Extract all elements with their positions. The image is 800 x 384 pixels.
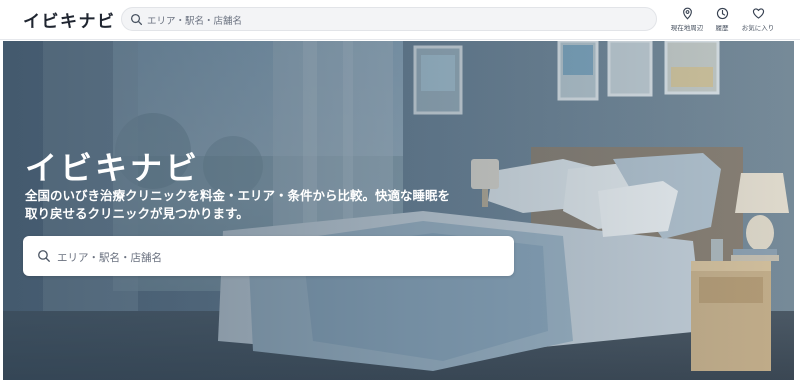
hero-title: イビキナビ bbox=[25, 149, 201, 187]
hero-search-input[interactable]: エリア・駅名・店舗名 bbox=[23, 236, 514, 276]
site-logo[interactable]: イビキナビ bbox=[23, 7, 116, 32]
search-icon bbox=[130, 13, 143, 26]
clock-icon bbox=[716, 7, 728, 20]
hero-section: イビキナビ 全国のいびき治療クリニックを料金・エリア・条件から比較。快適な睡眠を… bbox=[3, 41, 794, 380]
nav-favorites[interactable]: お気に入り bbox=[736, 7, 780, 35]
header-search-placeholder: エリア・駅名・店舗名 bbox=[147, 16, 243, 27]
search-icon bbox=[38, 250, 50, 262]
site-header: イビキナビ エリア・駅名・店舗名 現在地周辺 履歴 お気に入り bbox=[0, 0, 800, 40]
header-search-input[interactable]: エリア・駅名・店舗名 bbox=[121, 7, 657, 31]
nav-favorites-label: お気に入り bbox=[741, 24, 775, 32]
hero-subtitle: 全国のいびき治療クリニックを料金・エリア・条件から比較。快適な睡眠を 取り戻せる… bbox=[25, 187, 465, 223]
hero-subtitle-line: 取り戻せるクリニックが見つかります。 bbox=[25, 206, 249, 221]
hero-search-placeholder: エリア・駅名・店舗名 bbox=[57, 252, 162, 264]
location-pin-icon bbox=[682, 7, 692, 20]
heart-icon bbox=[752, 8, 764, 19]
hero-subtitle-line: 全国のいびき治療クリニックを料金・エリア・条件から比較。快適な睡眠を bbox=[25, 188, 451, 203]
